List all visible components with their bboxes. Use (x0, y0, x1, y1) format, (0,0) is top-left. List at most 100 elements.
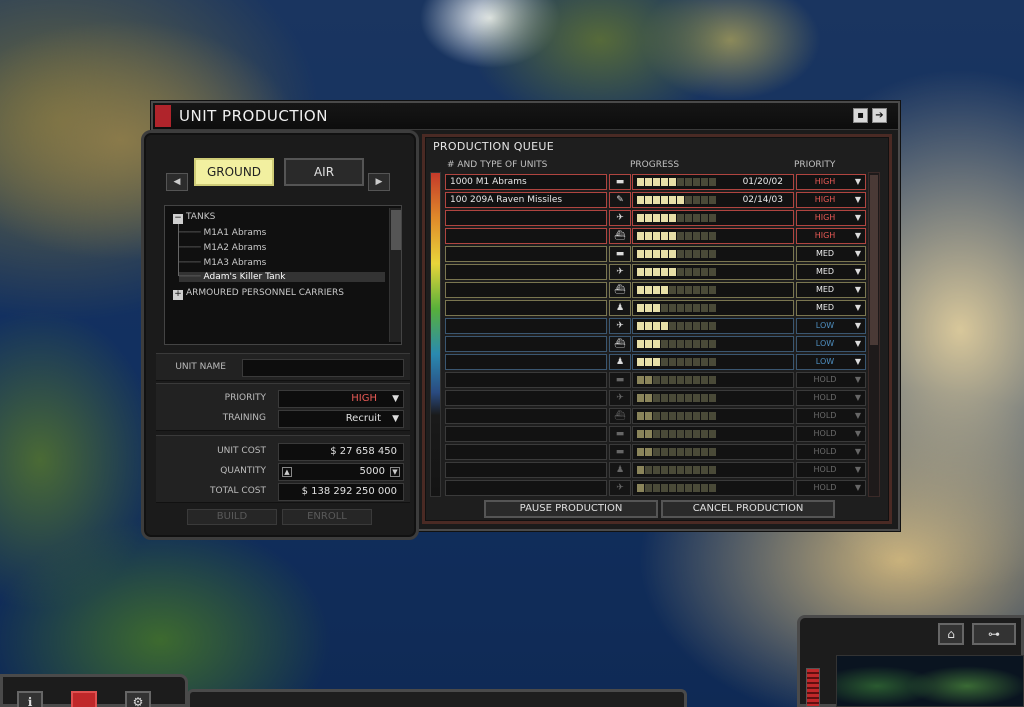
build-button[interactable]: BUILD (187, 509, 277, 525)
priority-select[interactable]: HIGH ▼ (278, 390, 404, 408)
progress-segment (685, 376, 692, 384)
queue-row[interactable]: ▬ HOLD ▼ (445, 425, 869, 443)
queue-row[interactable]: ✈ HIGH ▼ (445, 209, 869, 227)
progress-segment (677, 286, 684, 294)
progress-segment (685, 484, 692, 492)
home-icon[interactable]: ⌂ (938, 623, 964, 645)
tree-group-apc[interactable]: + ARMOURED PERSONNEL CARRIERS (173, 288, 344, 300)
tab-scroll-right-icon[interactable]: ▶ (368, 173, 390, 191)
tree-item[interactable]: ──── M1A2 Abrams (179, 243, 266, 253)
queue-priority-select[interactable]: LOW ▼ (796, 318, 866, 334)
queue-priority-select[interactable]: HIGH ▼ (796, 192, 866, 208)
minimize-icon[interactable]: ▪ (853, 108, 868, 123)
queue-priority-select[interactable]: MED ▼ (796, 246, 866, 262)
expand-icon[interactable]: + (173, 290, 183, 300)
tree-item-selected[interactable]: ──── Adam's Killer Tank (179, 272, 385, 282)
unit-name-input[interactable] (242, 359, 404, 377)
queue-row[interactable]: ⛴ LOW ▼ (445, 335, 869, 353)
queue-row[interactable]: ▬ MED ▼ (445, 245, 869, 263)
queue-priority-select[interactable]: LOW ▼ (796, 354, 866, 370)
progress-segment (693, 214, 700, 222)
queue-priority-select[interactable]: HOLD ▼ (796, 390, 866, 406)
tree-scroll-thumb[interactable] (391, 210, 401, 250)
queue-unit-name[interactable] (445, 264, 607, 280)
progress-segment (693, 412, 700, 420)
queue-unit-name[interactable] (445, 390, 607, 406)
tree-group-tanks[interactable]: − TANKS (173, 212, 215, 224)
zoom-toggle-icon[interactable]: ⊶ (972, 623, 1016, 645)
cancel-production-button[interactable]: CANCEL PRODUCTION (661, 500, 835, 518)
queue-unit-name[interactable] (445, 210, 607, 226)
tab-scroll-left-icon[interactable]: ◀ (166, 173, 188, 191)
enroll-button[interactable]: ENROLL (282, 509, 372, 525)
queue-unit-name[interactable] (445, 480, 607, 496)
queue-row[interactable]: ✈ LOW ▼ (445, 317, 869, 335)
queue-row[interactable]: ✈ MED ▼ (445, 263, 869, 281)
hud-button-info[interactable]: ℹ (17, 691, 43, 707)
completion-date: 01/20/02 (742, 177, 783, 187)
queue-priority-select[interactable]: HOLD ▼ (796, 408, 866, 424)
minimap[interactable] (836, 655, 1024, 707)
tab-ground[interactable]: GROUND (194, 158, 274, 186)
queue-unit-name[interactable] (445, 246, 607, 262)
hud-button-options[interactable]: ⚙ (125, 691, 151, 707)
queue-priority-select[interactable]: MED ▼ (796, 264, 866, 280)
queue-priority-select[interactable]: HOLD ▼ (796, 480, 866, 496)
queue-priority-select[interactable]: HIGH ▼ (796, 228, 866, 244)
training-select[interactable]: Recruit ▼ (278, 410, 404, 428)
queue-priority-select[interactable]: LOW ▼ (796, 336, 866, 352)
queue-unit-name[interactable] (445, 300, 607, 316)
queue-unit-name[interactable] (445, 444, 607, 460)
queue-priority-select[interactable]: MED ▼ (796, 282, 866, 298)
queue-row[interactable]: ♟ LOW ▼ (445, 353, 869, 371)
queue-row[interactable]: ▬ HOLD ▼ (445, 443, 869, 461)
queue-unit-name[interactable] (445, 282, 607, 298)
completion-date: 02/14/03 (742, 195, 783, 205)
queue-row[interactable]: ♟ MED ▼ (445, 299, 869, 317)
progress-segment (637, 376, 644, 384)
queue-unit-name[interactable] (445, 318, 607, 334)
queue-row[interactable]: ▬ HOLD ▼ (445, 371, 869, 389)
production-queue-panel: PRODUCTION QUEUE # AND TYPE OF UNITS PRO… (422, 134, 892, 524)
queue-unit-name[interactable]: 1000 M1 Abrams (445, 174, 607, 190)
queue-priority-select[interactable]: HOLD ▼ (796, 444, 866, 460)
queue-priority-select[interactable]: HOLD ▼ (796, 372, 866, 388)
queue-row[interactable]: ✈ HOLD ▼ (445, 389, 869, 407)
queue-row[interactable]: ✈ HOLD ▼ (445, 479, 869, 497)
quantity-increase-icon[interactable]: ▼ (390, 467, 400, 477)
queue-unit-name[interactable] (445, 354, 607, 370)
title-bar[interactable]: UNIT PRODUCTION ▪ ➔ (153, 103, 898, 130)
queue-row[interactable]: ♟ HOLD ▼ (445, 461, 869, 479)
queue-priority-select[interactable]: HOLD ▼ (796, 426, 866, 442)
queue-row[interactable]: ⛴ HIGH ▼ (445, 227, 869, 245)
hud-button-alert[interactable] (71, 691, 97, 707)
close-icon[interactable]: ➔ (872, 108, 887, 123)
progress-segment (685, 466, 692, 474)
queue-scrollbar[interactable] (868, 172, 880, 497)
tab-air[interactable]: AIR (284, 158, 364, 186)
queue-scroll-thumb[interactable] (870, 175, 878, 345)
queue-unit-name[interactable] (445, 228, 607, 244)
queue-unit-name[interactable] (445, 426, 607, 442)
queue-priority-select[interactable]: HIGH ▼ (796, 174, 866, 190)
progress-segment (661, 196, 668, 204)
queue-row[interactable]: ⛴ HOLD ▼ (445, 407, 869, 425)
tree-item[interactable]: ──── M1A3 Abrams (179, 258, 266, 268)
tree-item[interactable]: ──── M1A1 Abrams (179, 228, 266, 238)
queue-row[interactable]: ⛴ MED ▼ (445, 281, 869, 299)
queue-priority-select[interactable]: HOLD ▼ (796, 462, 866, 478)
pause-production-button[interactable]: PAUSE PRODUCTION (484, 500, 658, 518)
queue-unit-name[interactable] (445, 462, 607, 478)
queue-unit-name[interactable] (445, 372, 607, 388)
quantity-decrease-icon[interactable]: ▲ (282, 467, 292, 477)
queue-row[interactable]: 1000 M1 Abrams ▬ 01/20/02 HIGH ▼ (445, 173, 869, 191)
queue-priority-select[interactable]: HIGH ▼ (796, 210, 866, 226)
tree-scrollbar[interactable] (389, 208, 401, 342)
queue-priority-select[interactable]: MED ▼ (796, 300, 866, 316)
queue-row[interactable]: 100 209A Raven Missiles ✎ 02/14/03 HIGH ▼ (445, 191, 869, 209)
collapse-icon[interactable]: − (173, 214, 183, 224)
queue-unit-name[interactable] (445, 336, 607, 352)
queue-unit-name[interactable] (445, 408, 607, 424)
quantity-stepper[interactable]: ▲ 5000 ▼ (278, 463, 404, 481)
queue-unit-name[interactable]: 100 209A Raven Missiles (445, 192, 607, 208)
